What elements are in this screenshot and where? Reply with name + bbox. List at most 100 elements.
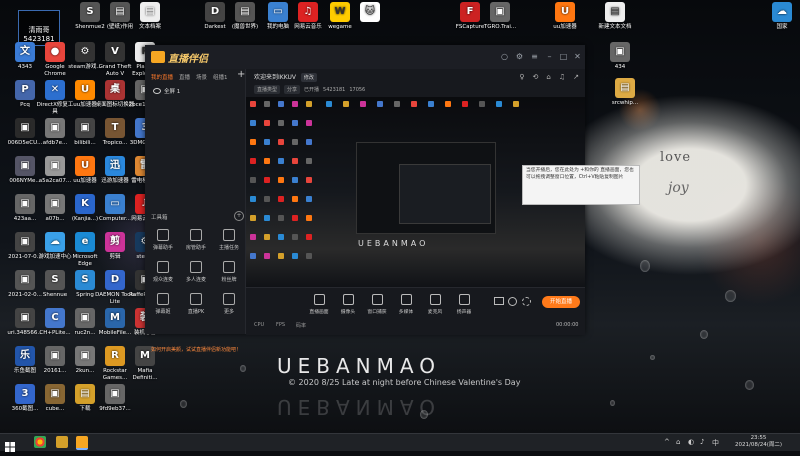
toolbox-item[interactable]: 更多 — [214, 293, 244, 315]
menu-icon[interactable]: ≡ — [529, 51, 540, 62]
source-label: 直播画面 — [309, 310, 329, 315]
scene-item[interactable]: 全屏 1 — [153, 87, 180, 95]
home-icon[interactable]: ⌂ — [546, 73, 550, 81]
preview-icon — [250, 215, 256, 221]
tool-icon — [223, 229, 235, 241]
start-live-button[interactable]: 开始直播 — [542, 296, 580, 308]
desktop-icon[interactable]: ▣ 9fd9eb37... — [95, 384, 135, 413]
app-shortcut-icon: ▣ — [15, 194, 35, 214]
header-icons: ♀ ⟲ ⌂ ♫ ↗ — [519, 73, 579, 81]
eye-icon[interactable] — [153, 88, 161, 94]
desktop-icon-label: 新建文本文档 — [598, 24, 632, 30]
mic-toggle-icon[interactable] — [508, 297, 517, 306]
start-button[interactable] — [5, 437, 15, 452]
share-button[interactable]: 分享 — [284, 85, 301, 94]
preview-icon — [264, 196, 270, 202]
source-icon — [342, 294, 354, 305]
app-shortcut-icon: 文 — [15, 42, 35, 62]
live-assistant-window[interactable]: 直播伴侣 ○ ⚙ ≡ – □ ✕ 我的直播 直播 场景 组播1 + 全屏 1 工… — [145, 45, 585, 353]
tab-live[interactable]: 直播 — [179, 73, 190, 81]
desktop-icon[interactable]: 🐱 — [350, 2, 390, 24]
toolbox-item[interactable]: 直播PK — [181, 293, 211, 315]
app-shortcut-icon: V — [105, 42, 125, 62]
source-label: 摄像头 — [340, 310, 356, 315]
camera-toggle-icon[interactable] — [494, 297, 504, 305]
desktop-icon[interactable]: ▣ 434 — [600, 42, 640, 71]
toolbox-item[interactable]: 观众连麦 — [148, 261, 178, 283]
preview-icon — [264, 177, 270, 183]
desktop-icon[interactable]: ☁ 国家 — [762, 2, 800, 31]
music-icon[interactable]: ♫ — [559, 73, 565, 81]
preview-icon — [250, 101, 256, 107]
toolbox-item[interactable]: 粉丝牌 — [214, 261, 244, 283]
preview-icon — [306, 101, 312, 107]
preview-icon — [306, 234, 312, 240]
tab-group[interactable]: 组播1 — [213, 73, 228, 81]
source-button[interactable]: 摄像头 — [333, 294, 363, 315]
desktop-icon[interactable]: ▤ 文本档案 — [130, 2, 170, 31]
source-button[interactable]: 多媒体 — [391, 294, 421, 315]
desktop-icon[interactable]: Uuu加速器 — [545, 2, 585, 31]
file-explorer-taskbar-icon[interactable] — [56, 436, 68, 448]
toolbox-item[interactable]: 房管助手 — [181, 229, 211, 251]
app-shortcut-icon: 3 — [15, 384, 35, 404]
preview-icon — [377, 101, 383, 107]
edit-title-button[interactable]: 修改 — [300, 73, 317, 82]
app-sidebar: 我的直播 直播 场景 组播1 + 全屏 1 工具箱 + 弹幕助手 房管助手 主播任务… — [145, 69, 246, 353]
refresh-icon[interactable]: ⟲ — [533, 73, 539, 81]
app-shortcut-icon: ▤ — [605, 2, 625, 22]
source-button[interactable]: 麦克风 — [420, 294, 450, 315]
source-button[interactable]: 窗口捕获 — [362, 294, 392, 315]
close-button[interactable]: ✕ — [572, 51, 583, 62]
network-icon[interactable]: ⌂ — [676, 438, 680, 446]
app-shortcut-icon: ▤ — [75, 384, 95, 404]
stream-type[interactable]: 直播类型 — [254, 85, 281, 94]
maximize-button[interactable]: □ — [558, 51, 569, 62]
desktop-icon-label: srcwhip... — [611, 100, 639, 106]
desktop-icon-label: 9fd9eb37... — [99, 406, 131, 412]
app-shortcut-icon: W — [330, 2, 350, 22]
toolbox-add-button[interactable]: + — [234, 211, 244, 221]
minimize-button[interactable]: – — [544, 51, 555, 62]
app-shortcut-icon: ▭ — [268, 2, 288, 22]
app-titlebar[interactable]: 直播伴侣 ○ ⚙ ≡ – □ ✕ — [145, 45, 585, 69]
add-scene-button[interactable]: + — [237, 69, 245, 80]
source-button[interactable]: 扬声器 — [449, 294, 479, 315]
user-icon[interactable]: ○ — [499, 51, 510, 62]
toolbox-item[interactable]: 多人连麦 — [181, 261, 211, 283]
desktop-icon[interactable]: ▤ srcwhip... — [605, 78, 645, 107]
tool-label: 更多 — [223, 309, 234, 315]
tool-label: 房管助手 — [185, 245, 206, 251]
toolbox-item[interactable]: 弹幕姬 — [148, 293, 178, 315]
toolbox-item[interactable]: 弹幕助手 — [148, 229, 178, 251]
battery-icon[interactable]: ◐ — [688, 438, 694, 446]
share-icon[interactable]: ↗ — [573, 73, 579, 81]
tab-my-live[interactable]: 我的直播 — [151, 73, 173, 81]
settings-gear-icon[interactable] — [522, 297, 531, 306]
tab-scene[interactable]: 场景 — [196, 73, 207, 81]
gift-icon[interactable]: ♀ — [519, 73, 524, 81]
tool-icon — [190, 261, 202, 273]
feature-notice[interactable]: 如何开启美颜，试试直播伴侣新功能吧！ — [151, 346, 241, 353]
desktop-icon[interactable]: ▣ TGRO.Trai... — [480, 2, 520, 31]
app-shortcut-icon: e — [75, 232, 95, 252]
live-assistant-taskbar-icon[interactable] — [76, 436, 88, 450]
volume-icon[interactable]: ♪ — [700, 438, 704, 446]
cpu-stat: CPU — [254, 322, 265, 328]
desktop-icon[interactable]: ▤ 新建文本文档 — [595, 2, 635, 31]
source-label: 麦克风 — [427, 310, 443, 315]
chrome-taskbar-icon[interactable] — [34, 436, 46, 448]
app-shortcut-icon: ▣ — [45, 118, 65, 138]
desktop-icon-label: 文本档案 — [138, 24, 161, 30]
preview-icon — [306, 215, 312, 221]
preview-icon — [250, 139, 256, 145]
taskbar-clock[interactable]: 23:55 2021/08/24(周二) — [735, 435, 782, 449]
settings-icon[interactable]: ⚙ — [514, 51, 525, 62]
ime-icon[interactable]: 中 — [712, 438, 719, 448]
desktop-icon-label: 434 — [614, 64, 626, 70]
source-icon — [400, 294, 412, 305]
source-button[interactable]: 直播画面 — [304, 294, 334, 315]
toolbox-item[interactable]: 主播任务 — [214, 229, 244, 251]
tray-expand-icon[interactable]: ^ — [664, 438, 670, 446]
wallpaper-joy-text: joy — [668, 180, 689, 196]
